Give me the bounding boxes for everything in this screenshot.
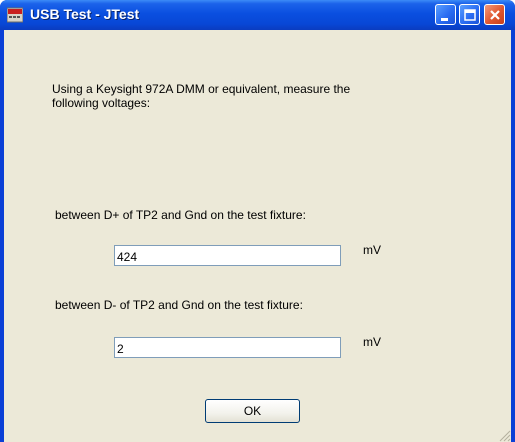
dminus-unit: mV [363, 335, 381, 349]
dplus-label: between D+ of TP2 and Gnd on the test fi… [55, 208, 306, 222]
window-title: USB Test - JTest [30, 6, 140, 22]
close-icon [490, 10, 500, 20]
minimize-icon [441, 18, 448, 21]
minimize-button[interactable] [435, 4, 456, 25]
dplus-unit: mV [363, 243, 381, 257]
instructions-line-2: following voltages: [52, 96, 151, 110]
app-icon [6, 7, 24, 23]
maximize-icon [464, 9, 476, 21]
dialog-body: Using a Keysight 972A DMM or equivalent,… [4, 30, 511, 442]
instructions-line-1: Using a Keysight 972A DMM or equivalent,… [52, 82, 351, 96]
title-bar[interactable]: USB Test - JTest [0, 0, 515, 30]
maximize-button[interactable] [459, 4, 480, 25]
resize-grip-icon[interactable] [497, 428, 511, 442]
dminus-voltage-input[interactable] [114, 337, 341, 358]
close-button[interactable] [484, 4, 505, 25]
dplus-voltage-input[interactable] [114, 245, 341, 266]
dialog-window: USB Test - JTest Using a Keysight 972A D… [0, 0, 515, 442]
ok-button[interactable]: OK [205, 399, 300, 423]
dminus-label: between D- of TP2 and Gnd on the test fi… [55, 298, 303, 312]
